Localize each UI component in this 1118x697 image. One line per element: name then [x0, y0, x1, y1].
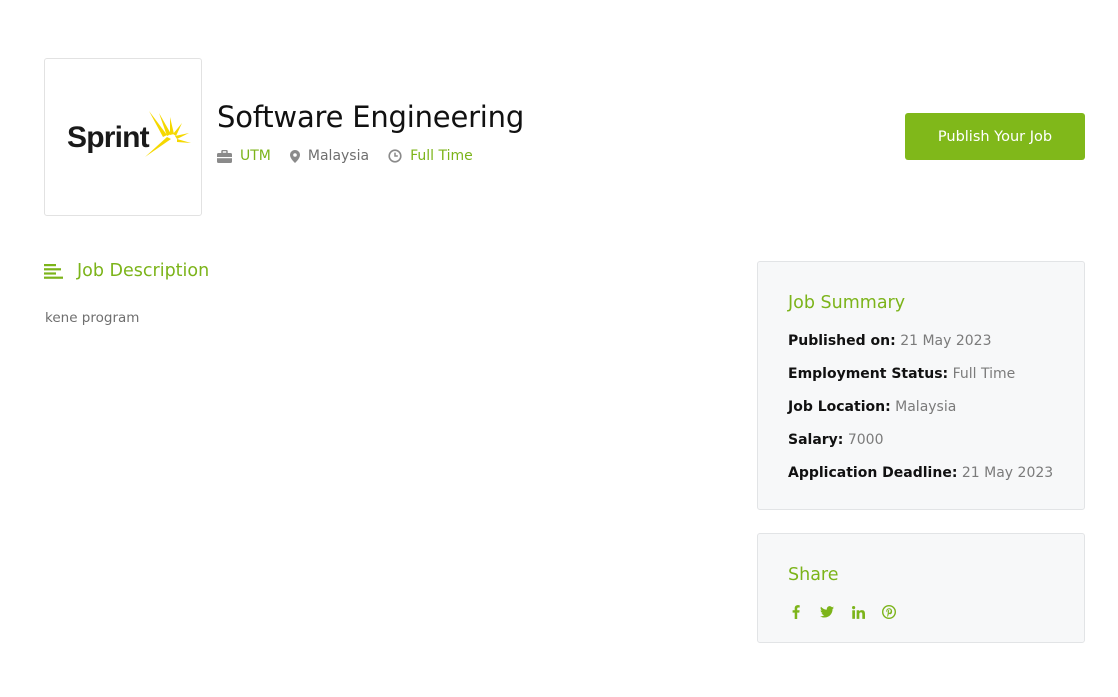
job-title: Software Engineering — [217, 100, 525, 134]
summary-label: Application Deadline: — [788, 465, 958, 481]
facebook-icon[interactable] — [788, 604, 804, 620]
job-type: Full Time — [388, 148, 473, 164]
job-summary-title: Job Summary — [788, 293, 906, 313]
summary-label: Published on: — [788, 333, 896, 349]
clock-icon — [388, 149, 402, 163]
job-location: Malaysia — [289, 148, 370, 164]
linkedin-icon[interactable] — [850, 604, 866, 620]
summary-label: Employment Status: — [788, 366, 949, 382]
job-description-text: kene program — [45, 310, 140, 326]
job-meta: UTM Malaysia Full Time — [217, 148, 492, 164]
summary-item-published: Published on: 21 May 2023 — [788, 332, 1053, 365]
summary-item-employment-status: Employment Status: Full Time — [788, 365, 1053, 398]
briefcase-icon — [217, 149, 232, 163]
job-company: UTM — [217, 148, 271, 164]
job-location-text: Malaysia — [307, 148, 370, 164]
company-logo-text: Sprint — [67, 121, 150, 154]
map-marker-icon — [289, 149, 300, 163]
summary-item-deadline: Application Deadline: 21 May 2023 — [788, 464, 1053, 497]
summary-label: Salary: — [788, 432, 844, 448]
share-icons — [788, 604, 912, 620]
pinterest-icon[interactable] — [881, 604, 897, 620]
summary-value: Malaysia — [895, 399, 957, 415]
summary-label: Job Location: — [788, 399, 891, 415]
align-left-icon — [44, 263, 63, 279]
job-description-title: Job Description — [77, 261, 210, 281]
sprint-wing-icon — [145, 111, 191, 157]
summary-value: 21 May 2023 — [961, 465, 1054, 481]
summary-value: 21 May 2023 — [900, 333, 992, 349]
summary-value: Full Time — [952, 366, 1016, 382]
summary-value: 7000 — [847, 432, 884, 448]
job-summary-card: Job Summary Published on: 21 May 2023 Em… — [757, 261, 1085, 510]
share-title: Share — [788, 565, 839, 585]
summary-item-job-location: Job Location: Malaysia — [788, 398, 1053, 431]
summary-item-salary: Salary: 7000 — [788, 431, 1053, 464]
twitter-icon[interactable] — [819, 604, 835, 620]
share-card: Share — [757, 533, 1085, 643]
job-type-text[interactable]: Full Time — [410, 148, 473, 164]
company-logo: Sprint — [44, 58, 202, 216]
job-company-text[interactable]: UTM — [240, 148, 271, 164]
job-description-heading: Job Description — [44, 261, 209, 281]
publish-job-button[interactable]: Publish Your Job — [905, 113, 1085, 160]
job-summary-list: Published on: 21 May 2023 Employment Sta… — [788, 332, 1053, 497]
